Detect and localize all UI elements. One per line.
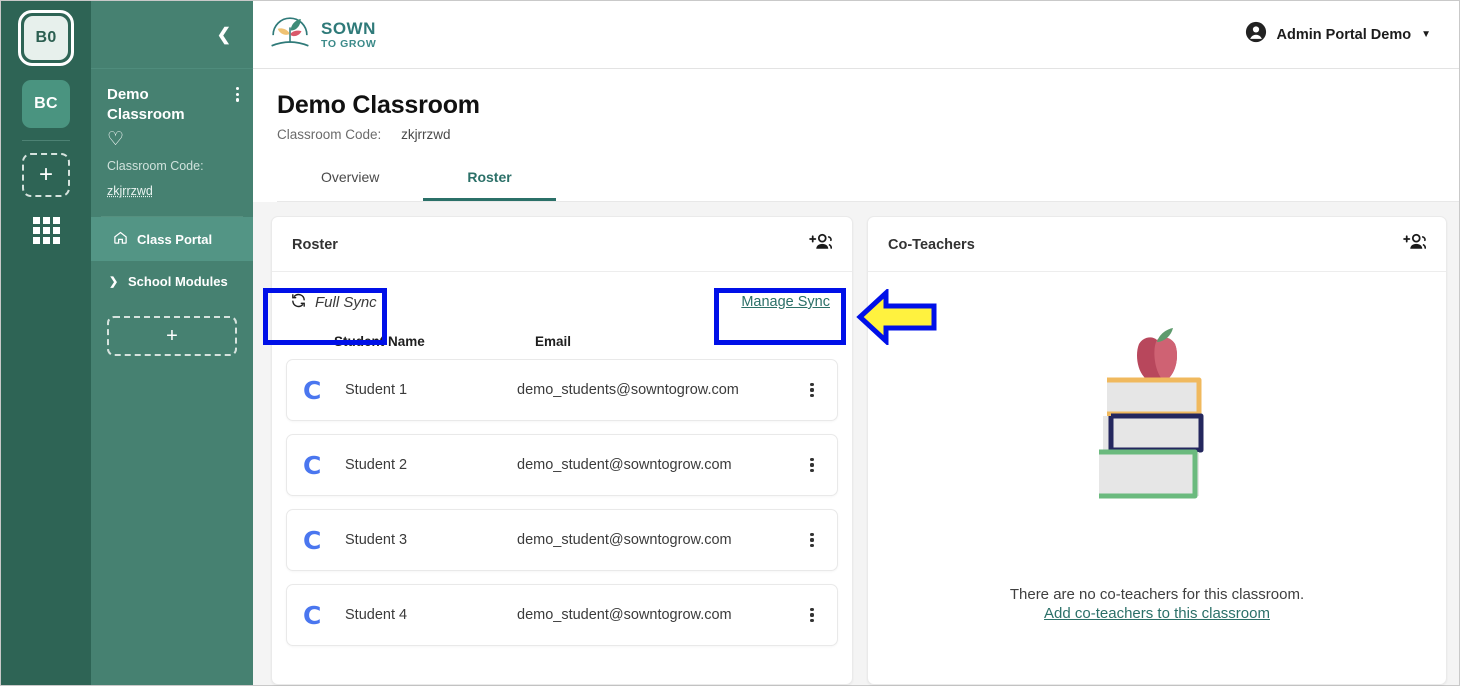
page-title: Demo Classroom bbox=[277, 91, 480, 119]
rail-divider bbox=[22, 140, 70, 141]
page-header: Demo Classroom Classroom Code: zkjrrzwd bbox=[253, 69, 1459, 142]
column-header-email: Email bbox=[535, 334, 572, 349]
kebab-menu-icon[interactable] bbox=[801, 382, 823, 398]
roster-table-header: Student Name Email bbox=[272, 330, 852, 359]
tab-roster[interactable]: Roster bbox=[423, 158, 556, 201]
student-email: demo_student@sowntogrow.com bbox=[517, 532, 732, 548]
account-circle-icon bbox=[1245, 21, 1267, 48]
student-email: demo_student@sowntogrow.com bbox=[517, 607, 732, 623]
rail-tile-selected[interactable]: B0 bbox=[18, 10, 74, 66]
table-row[interactable]: C Student 2 demo_student@sowntogrow.com bbox=[286, 434, 838, 496]
user-name: Admin Portal Demo bbox=[1276, 26, 1412, 43]
sidebar-code-value[interactable]: zkjrrzwd bbox=[107, 184, 239, 198]
page-code-value: zkjrrzwd bbox=[401, 127, 451, 142]
sidebar-item-school-modules[interactable]: ❯ School Modules bbox=[91, 261, 253, 302]
home-icon bbox=[113, 230, 128, 248]
roster-title: Roster bbox=[292, 237, 338, 253]
annotation-arrow-left bbox=[856, 287, 938, 347]
coteachers-title: Co-Teachers bbox=[888, 237, 975, 253]
person-add-icon[interactable] bbox=[1403, 233, 1427, 257]
student-email: demo_student@sowntogrow.com bbox=[517, 457, 732, 473]
top-bar: SOWN TO GROW Admin Portal Demo ▼ bbox=[253, 1, 1459, 69]
sidebar-item-label: Class Portal bbox=[137, 231, 213, 247]
avatar: C bbox=[303, 600, 322, 630]
user-menu[interactable]: Admin Portal Demo ▼ bbox=[1245, 21, 1431, 48]
manage-sync-link[interactable]: Manage Sync bbox=[741, 294, 830, 310]
chevron-down-icon: ▼ bbox=[1421, 29, 1431, 40]
tab-bar: Overview Roster bbox=[277, 158, 1459, 202]
student-email: demo_students@sowntogrow.com bbox=[517, 382, 739, 398]
sidebar-add-button[interactable]: + bbox=[107, 316, 237, 356]
add-coteachers-link[interactable]: Add co-teachers to this classroom bbox=[1044, 605, 1270, 622]
student-name: Student 1 bbox=[345, 382, 408, 398]
kebab-menu-icon[interactable] bbox=[801, 607, 823, 623]
app-window: B0 BC + ❮ Demo Classroom ♡ Classroom Cod… bbox=[0, 0, 1460, 686]
rail-tile-label: B0 bbox=[24, 16, 68, 60]
page-code-label: Classroom Code: bbox=[277, 127, 382, 142]
sidebar-classroom-block: Demo Classroom ♡ Classroom Code: zkjrrzw… bbox=[91, 69, 253, 198]
page-classroom-code: Classroom Code: zkjrrzwd bbox=[277, 127, 1459, 142]
full-sync-label: Full Sync bbox=[315, 293, 377, 311]
sidebar-item-label: School Modules bbox=[128, 274, 228, 289]
sync-refresh-icon bbox=[290, 292, 307, 313]
brand-logo[interactable]: SOWN TO GROW bbox=[267, 12, 376, 57]
coteachers-card: Co-Teachers There are no co-teachers for… bbox=[867, 216, 1447, 685]
heart-icon[interactable]: ♡ bbox=[107, 130, 239, 149]
coteachers-empty-state: There are no co-teachers for this classr… bbox=[868, 272, 1446, 684]
chevron-right-icon: ❯ bbox=[109, 276, 119, 288]
full-sync-button[interactable]: Full Sync bbox=[290, 292, 377, 313]
table-row[interactable]: C Student 4 demo_student@sowntogrow.com bbox=[286, 584, 838, 646]
rail-tile-bc[interactable]: BC bbox=[22, 80, 70, 128]
chevron-left-icon[interactable]: ❮ bbox=[217, 26, 231, 43]
student-name: Student 3 bbox=[345, 532, 408, 548]
kebab-menu-icon[interactable] bbox=[801, 532, 823, 548]
kebab-menu-icon[interactable] bbox=[801, 457, 823, 473]
roster-card-header: Roster bbox=[272, 217, 852, 272]
rail-add-button[interactable]: + bbox=[22, 153, 70, 197]
tab-overview[interactable]: Overview bbox=[277, 158, 423, 201]
sidebar: ❮ Demo Classroom ♡ Classroom Code: zkjrr… bbox=[91, 1, 253, 685]
apps-grid-icon[interactable] bbox=[32, 217, 60, 244]
content-area: Demo Classroom Classroom Code: zkjrrzwd … bbox=[253, 69, 1459, 685]
sidebar-item-class-portal[interactable]: Class Portal bbox=[91, 217, 253, 261]
sidebar-header: ❮ bbox=[91, 1, 253, 69]
brand-line2: TO GROW bbox=[321, 37, 377, 50]
roster-rows: C Student 1 demo_students@sowntogrow.com… bbox=[272, 359, 852, 659]
table-row[interactable]: C Student 3 demo_student@sowntogrow.com bbox=[286, 509, 838, 571]
apple-on-books-illustration bbox=[1077, 326, 1237, 566]
sidebar-code-label: Classroom Code: bbox=[107, 159, 204, 173]
kebab-menu-icon[interactable] bbox=[235, 85, 239, 102]
roster-card: Roster Full Sync Manage Sync Student Nam… bbox=[271, 216, 853, 685]
sown-to-grow-logo bbox=[267, 12, 313, 57]
sidebar-classroom-name: Demo Classroom bbox=[107, 86, 185, 123]
coteachers-card-header: Co-Teachers bbox=[868, 217, 1446, 272]
person-add-icon[interactable] bbox=[809, 233, 833, 257]
panels: Roster Full Sync Manage Sync Student Nam… bbox=[253, 202, 1459, 685]
avatar: C bbox=[303, 375, 322, 405]
org-rail: B0 BC + bbox=[1, 1, 91, 685]
student-name: Student 4 bbox=[345, 607, 408, 623]
student-name: Student 2 bbox=[345, 457, 408, 473]
table-row[interactable]: C Student 1 demo_students@sowntogrow.com bbox=[286, 359, 838, 421]
brand-line1: SOWN bbox=[321, 18, 376, 38]
avatar: C bbox=[303, 450, 322, 480]
coteachers-empty-text: There are no co-teachers for this classr… bbox=[1009, 586, 1305, 603]
sync-row: Full Sync Manage Sync bbox=[272, 272, 852, 330]
column-header-student-name: Student Name bbox=[334, 334, 425, 349]
avatar: C bbox=[303, 525, 322, 555]
